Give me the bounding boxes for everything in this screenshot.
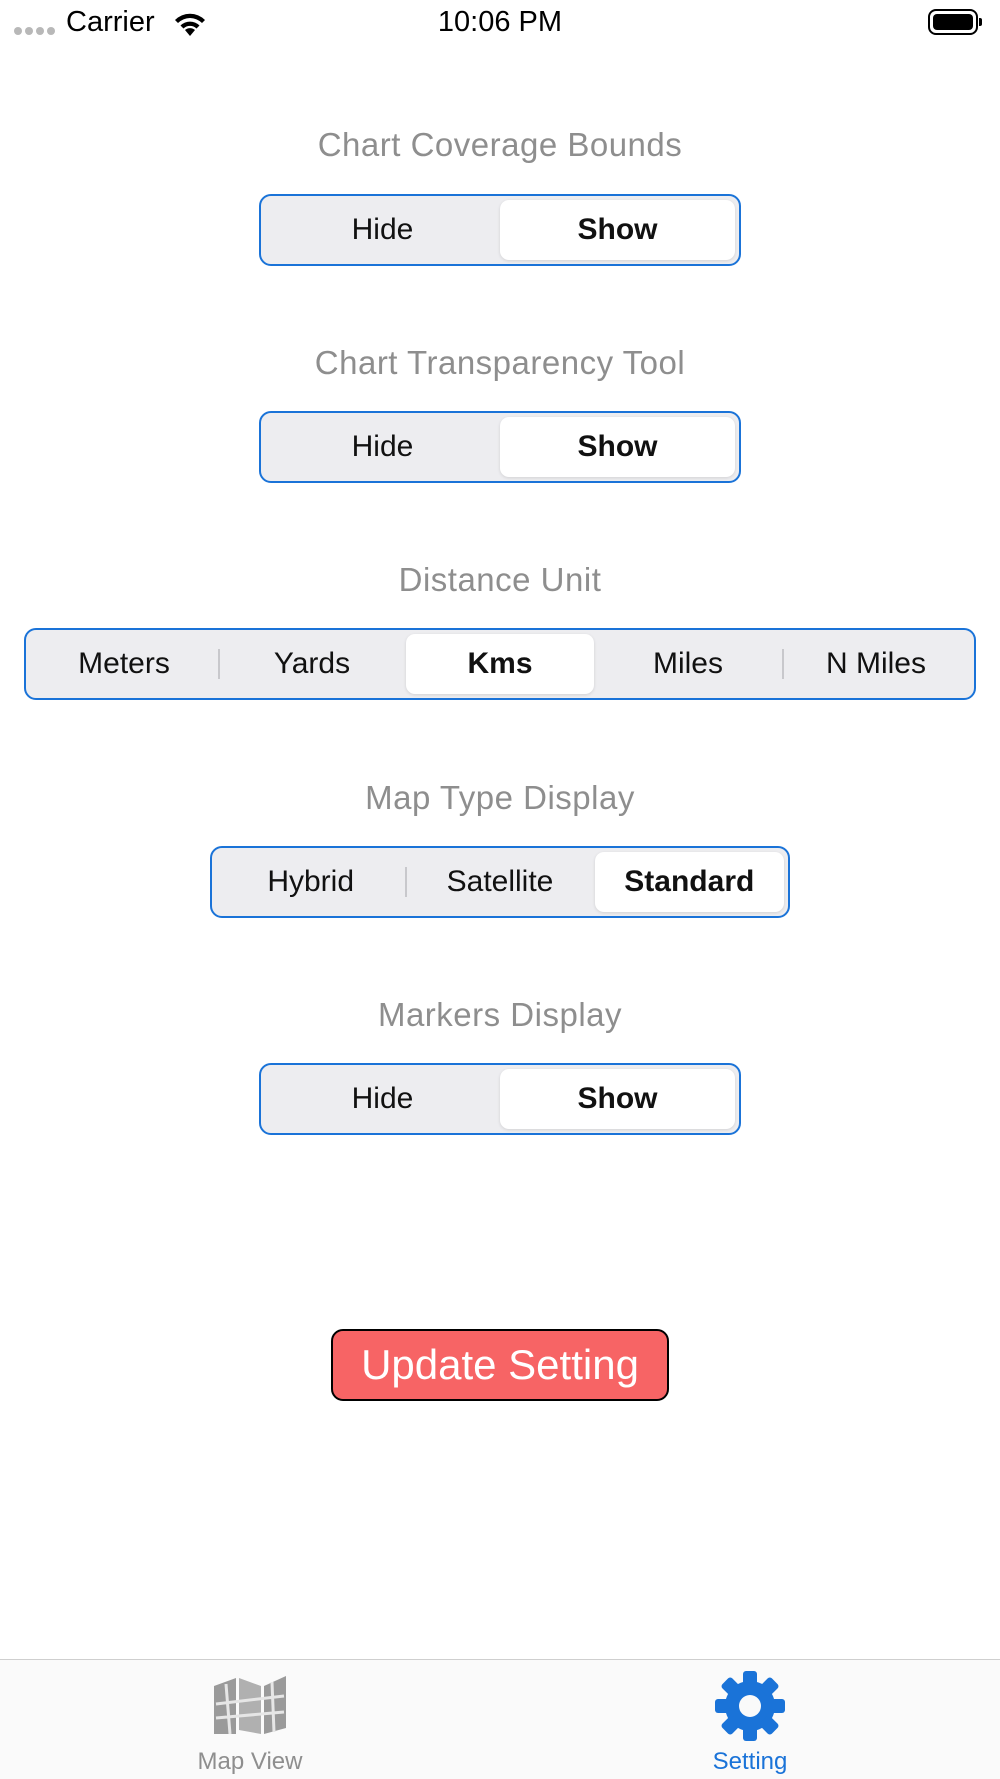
distance-unit-control: Meters Yards Kms Miles N Miles bbox=[24, 628, 976, 700]
chart-transparency-tool-show[interactable]: Show bbox=[500, 417, 735, 477]
map-type-standard[interactable]: Standard bbox=[594, 852, 784, 912]
chart-transparency-tool-control: Hide Show bbox=[259, 411, 741, 483]
distance-unit-title: Distance Unit bbox=[398, 561, 602, 598]
distance-unit-meters[interactable]: Meters bbox=[30, 634, 218, 694]
distance-unit-kms[interactable]: Kms bbox=[406, 634, 594, 694]
markers-display-title: Markers Display bbox=[377, 996, 623, 1033]
gear-icon bbox=[715, 1671, 785, 1741]
tab-bar: Map View Setting bbox=[0, 1659, 1000, 1779]
map-icon bbox=[214, 1676, 286, 1735]
distance-unit-n-miles[interactable]: N Miles bbox=[782, 634, 970, 694]
status-time: 10:06 PM bbox=[437, 6, 563, 38]
markers-display-hide[interactable]: Hide bbox=[265, 1069, 500, 1129]
chart-coverage-bounds-control: Hide Show bbox=[259, 194, 741, 266]
markers-display-show[interactable]: Show bbox=[500, 1069, 735, 1129]
markers-display-control: Hide Show bbox=[259, 1063, 741, 1135]
update-setting-button[interactable]: Update Setting bbox=[331, 1329, 669, 1401]
chart-transparency-tool-title: Chart Transparency Tool bbox=[314, 344, 686, 381]
chart-coverage-bounds-hide[interactable]: Hide bbox=[265, 200, 500, 260]
map-type-satellite[interactable]: Satellite bbox=[405, 852, 594, 912]
map-type-display-title: Map Type Display bbox=[365, 779, 635, 816]
chart-coverage-bounds-show[interactable]: Show bbox=[500, 200, 735, 260]
map-type-display-control: Hybrid Satellite Standard bbox=[210, 846, 790, 918]
distance-unit-yards[interactable]: Yards bbox=[218, 634, 406, 694]
distance-unit-miles[interactable]: Miles bbox=[594, 634, 782, 694]
chart-coverage-bounds-title: Chart Coverage Bounds bbox=[317, 126, 683, 163]
chart-transparency-tool-hide[interactable]: Hide bbox=[265, 417, 500, 477]
tab-setting-label: Setting bbox=[712, 1748, 788, 1775]
battery-icon bbox=[928, 9, 982, 35]
map-type-hybrid[interactable]: Hybrid bbox=[216, 852, 405, 912]
tab-map-view[interactable]: Map View bbox=[0, 1660, 500, 1779]
tab-setting[interactable]: Setting bbox=[500, 1660, 1000, 1779]
status-bar: Carrier 10:06 PM bbox=[0, 0, 1000, 48]
tab-map-view-label: Map View bbox=[197, 1748, 303, 1775]
